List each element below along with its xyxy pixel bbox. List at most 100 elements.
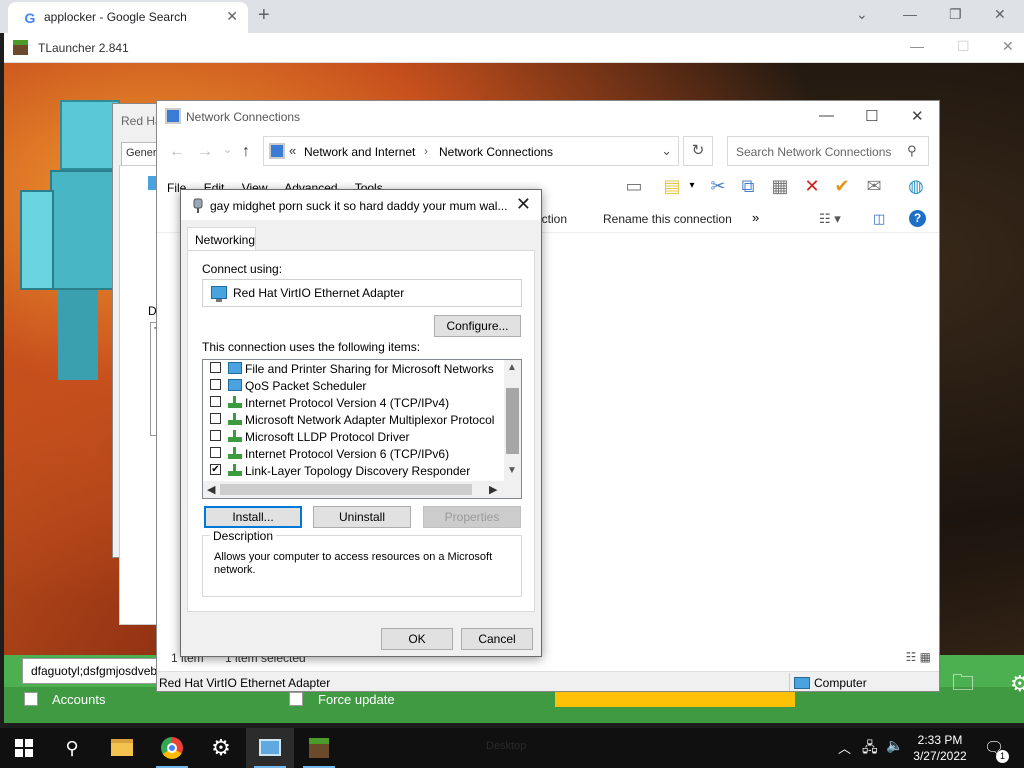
- list-item[interactable]: File and Printer Sharing for Microsoft N…: [203, 360, 503, 377]
- cut-icon[interactable]: ✂: [707, 175, 729, 197]
- view-toggle-icons[interactable]: ☷ ▦: [906, 650, 931, 664]
- chrome-tab-applocker[interactable]: G applocker - Google Search ✕: [8, 2, 248, 33]
- item-checkbox-checked[interactable]: ✔: [210, 464, 221, 475]
- breadcrumb-overflow[interactable]: «: [289, 143, 296, 158]
- start-button[interactable]: [0, 728, 48, 768]
- network-tray-icon[interactable]: 🖧: [862, 737, 878, 761]
- preview-pane-icon[interactable]: ◫: [873, 211, 885, 227]
- search-icon: ⚲: [65, 738, 79, 758]
- list-item[interactable]: Microsoft LLDP Protocol Driver: [203, 428, 503, 445]
- scroll-right-icon[interactable]: ▶: [489, 483, 497, 496]
- taskbar-chrome[interactable]: [148, 728, 196, 768]
- item-checkbox[interactable]: [210, 396, 221, 407]
- taskbar-file-explorer[interactable]: [98, 728, 146, 768]
- chrome-close-button[interactable]: ✕: [994, 6, 1006, 23]
- tlauncher-username-input[interactable]: dfaguotyl;dsfgmjosdvebsaeiu: [22, 658, 167, 684]
- list-item[interactable]: QoS Packet Scheduler: [203, 377, 503, 394]
- chrome-minimize-button[interactable]: —: [903, 6, 917, 22]
- tab-networking[interactable]: Networking: [187, 227, 256, 251]
- chevron-down-icon[interactable]: ⌄: [661, 143, 672, 159]
- cancel-button[interactable]: Cancel: [461, 628, 533, 650]
- nc-minimize-button[interactable]: —: [819, 107, 834, 124]
- item-checkbox[interactable]: [210, 447, 221, 458]
- back-arrow-icon[interactable]: ←: [169, 143, 185, 161]
- list-item[interactable]: Internet Protocol Version 6 (TCP/IPv6): [203, 445, 503, 462]
- chrome-tab-close-button[interactable]: ✕: [226, 8, 238, 25]
- connection-properties-dialog: gay midghet porn suck it so hard daddy y…: [180, 189, 542, 657]
- clock-date: 3/27/2022: [913, 749, 967, 763]
- chrome-tab-search-button[interactable]: ⌄: [856, 6, 868, 23]
- recent-chevron-icon[interactable]: ⌄: [223, 143, 232, 156]
- chrome-new-tab-button[interactable]: +: [258, 4, 270, 27]
- checkmark-icon[interactable]: ✔: [831, 175, 853, 197]
- force-update-checkbox[interactable]: [289, 692, 303, 706]
- chevron-up-icon[interactable]: ︿: [838, 738, 851, 757]
- globe-icon[interactable]: ◍: [905, 175, 927, 197]
- configure-button[interactable]: Configure...: [434, 315, 521, 337]
- gear-icon: ⚙: [211, 735, 231, 760]
- force-update-label: Force update: [318, 692, 395, 707]
- taskbar-control-panel[interactable]: [246, 728, 294, 768]
- item-checkbox[interactable]: [210, 362, 221, 373]
- volume-icon[interactable]: 🔈: [886, 737, 903, 754]
- help-icon[interactable]: ?: [909, 210, 926, 227]
- chrome-tab-title: applocker - Google Search: [44, 10, 187, 24]
- taskbar-search-button[interactable]: ⚲: [48, 728, 96, 768]
- dialog-close-button[interactable]: ✕: [516, 194, 531, 215]
- taskbar-tlauncher[interactable]: [295, 728, 343, 768]
- scroll-down-icon[interactable]: ▼: [507, 465, 517, 476]
- chrome-restore-button[interactable]: ❐: [949, 6, 962, 23]
- item-checkbox[interactable]: [210, 379, 221, 390]
- tlauncher-minimize-button[interactable]: —: [910, 38, 924, 54]
- tlauncher-maximize-button[interactable]: ☐: [957, 38, 970, 55]
- item-checkbox[interactable]: [210, 413, 221, 424]
- paste-icon[interactable]: ▦: [769, 175, 791, 197]
- networking-tab-panel: Connect using: Red Hat VirtIO Ethernet A…: [187, 250, 535, 612]
- accounts-label: Accounts: [52, 692, 106, 707]
- list-item[interactable]: Microsoft Network Adapter Multiplexor Pr…: [203, 411, 503, 428]
- up-arrow-icon[interactable]: ↑: [242, 143, 250, 161]
- breadcrumb-separator[interactable]: ›: [424, 144, 428, 158]
- clock[interactable]: 2:33 PM 3/27/2022: [912, 732, 968, 764]
- tlauncher-close-button[interactable]: ✕: [1002, 38, 1014, 55]
- scroll-left-icon[interactable]: ◀: [207, 483, 215, 496]
- accounts-checkbox[interactable]: [24, 692, 38, 706]
- folder-icon[interactable]: 🗀: [952, 671, 976, 695]
- adapter-name: Red Hat VirtIO Ethernet Adapter: [233, 286, 405, 300]
- cmd-rename-connection[interactable]: Rename this connection: [603, 212, 732, 226]
- folder-options-icon[interactable]: ▤: [661, 175, 683, 197]
- forward-arrow-icon[interactable]: →: [197, 143, 213, 161]
- item-label: File and Printer Sharing for Microsoft N…: [245, 362, 494, 376]
- item-label: Internet Protocol Version 6 (TCP/IPv6): [245, 447, 450, 461]
- list-item[interactable]: Internet Protocol Version 4 (TCP/IPv4): [203, 394, 503, 411]
- delete-icon[interactable]: ✕: [801, 175, 823, 197]
- breadcrumb-network-internet[interactable]: Network and Internet: [304, 145, 415, 159]
- scroll-thumb-horizontal[interactable]: [220, 484, 472, 495]
- gear-icon[interactable]: ⚙: [1010, 671, 1024, 697]
- ok-button[interactable]: OK: [381, 628, 453, 650]
- list-horizontal-scrollbar[interactable]: ◀ ▶: [203, 481, 521, 498]
- change-view-icon[interactable]: ☷ ▾: [819, 211, 841, 227]
- refresh-button[interactable]: ↻: [683, 136, 713, 166]
- properties-icon[interactable]: ✉: [863, 175, 885, 197]
- list-vertical-scrollbar[interactable]: ▲ ▼: [504, 360, 521, 483]
- cmd-more-button[interactable]: »: [752, 210, 759, 225]
- taskbar-settings[interactable]: ⚙: [197, 728, 245, 768]
- nc-maximize-button[interactable]: ☐: [865, 107, 878, 125]
- scroll-thumb[interactable]: [506, 388, 519, 454]
- preview-pane-icon[interactable]: ▭: [623, 175, 645, 197]
- search-input[interactable]: Search Network Connections: [727, 136, 929, 166]
- uninstall-button[interactable]: Uninstall: [313, 506, 411, 528]
- scroll-up-icon[interactable]: ▲: [507, 362, 517, 373]
- copy-icon[interactable]: ⧉: [737, 175, 759, 197]
- dialog-title: gay midghet porn suck it so hard daddy y…: [210, 199, 508, 213]
- install-button[interactable]: Install...: [204, 506, 302, 528]
- nc-close-button[interactable]: ✕: [911, 107, 924, 125]
- breadcrumb-network-connections[interactable]: Network Connections: [439, 145, 553, 159]
- list-item[interactable]: ✔ Link-Layer Topology Discovery Responde…: [203, 462, 503, 479]
- chevron-down-icon[interactable]: ▾: [681, 175, 703, 197]
- item-checkbox[interactable]: [210, 430, 221, 441]
- connection-items-list[interactable]: File and Printer Sharing for Microsoft N…: [202, 359, 522, 499]
- address-bar[interactable]: « Network and Internet › Network Connect…: [263, 136, 679, 166]
- item-label: Link-Layer Topology Discovery Responder: [245, 464, 471, 478]
